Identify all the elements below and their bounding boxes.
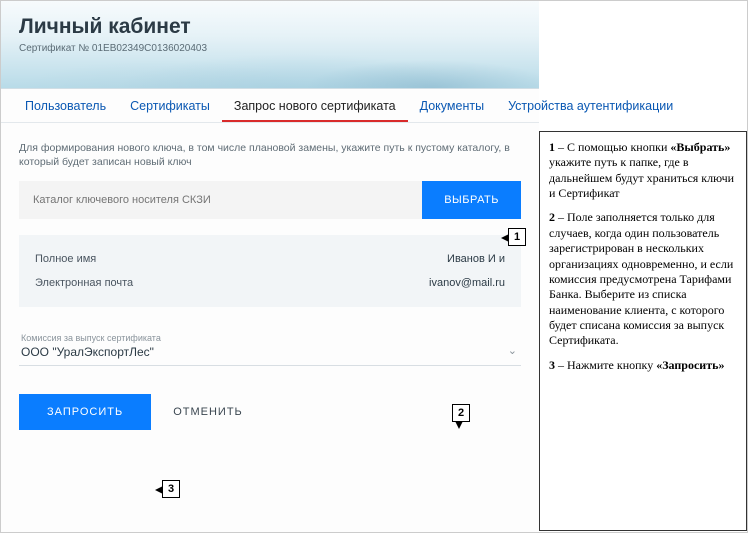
tab-documents[interactable]: Документы (408, 89, 496, 122)
tab-user[interactable]: Пользователь (13, 89, 118, 122)
form-hint: Для формирования нового ключа, в том чис… (19, 141, 521, 169)
email-value: ivanov@mail.ru (429, 277, 505, 289)
main-panel: Личный кабинет Сертификат № 01EB02349C01… (1, 1, 539, 532)
commission-label: Комиссия за выпуск сертификата (21, 333, 519, 343)
commission-select[interactable]: Комиссия за выпуск сертификата ООО "Урал… (19, 327, 521, 366)
tab-bar: Пользователь Сертификаты Запрос нового с… (1, 89, 539, 123)
tab-auth-devices[interactable]: Устройства аутентификации (496, 89, 685, 122)
tab-certificates[interactable]: Сертификаты (118, 89, 222, 122)
full-name-label: Полное имя (35, 253, 96, 265)
cancel-button[interactable]: ОТМЕНИТЬ (173, 406, 243, 418)
page-title: Личный кабинет (19, 15, 521, 39)
certificate-number: Сертификат № 01EB02349C0136020403 (19, 43, 521, 54)
select-button[interactable]: ВЫБРАТЬ (422, 181, 521, 219)
email-row: Электронная почта ivanov@mail.ru (35, 271, 505, 295)
chevron-down-icon: ⌄ (508, 344, 517, 357)
full-name-value: Иванов И и (447, 253, 505, 265)
callout-arrow-2 (455, 421, 463, 429)
tab-new-cert-request[interactable]: Запрос нового сертификата (222, 89, 408, 122)
instruction-1: 1 – С помощью кнопки «Выбрать» укажите п… (549, 140, 737, 201)
catalog-input[interactable] (19, 181, 422, 219)
user-info-block: Полное имя Иванов И и Электронная почта … (19, 235, 521, 307)
commission-value: ООО "УралЭкспортЛес" (21, 345, 519, 359)
callout-1: 1 (508, 228, 526, 246)
page-header: Личный кабинет Сертификат № 01EB02349C01… (1, 1, 539, 89)
instruction-3: 3 – Нажмите кнопку «Запросить» (549, 358, 737, 373)
form-actions: ЗАПРОСИТЬ ОТМЕНИТЬ (19, 394, 521, 430)
form-content: Для формирования нового ключа, в том чис… (1, 123, 539, 532)
email-label: Электронная почта (35, 277, 133, 289)
callout-2: 2 (452, 404, 470, 422)
callout-3: 3 (162, 480, 180, 498)
catalog-row: ВЫБРАТЬ (19, 181, 521, 219)
request-button[interactable]: ЗАПРОСИТЬ (19, 394, 151, 430)
instruction-2: 2 – Поле заполняется только для случаев,… (549, 210, 737, 348)
instructions-panel: 1 – С помощью кнопки «Выбрать» укажите п… (539, 131, 747, 531)
full-name-row: Полное имя Иванов И и (35, 247, 505, 271)
